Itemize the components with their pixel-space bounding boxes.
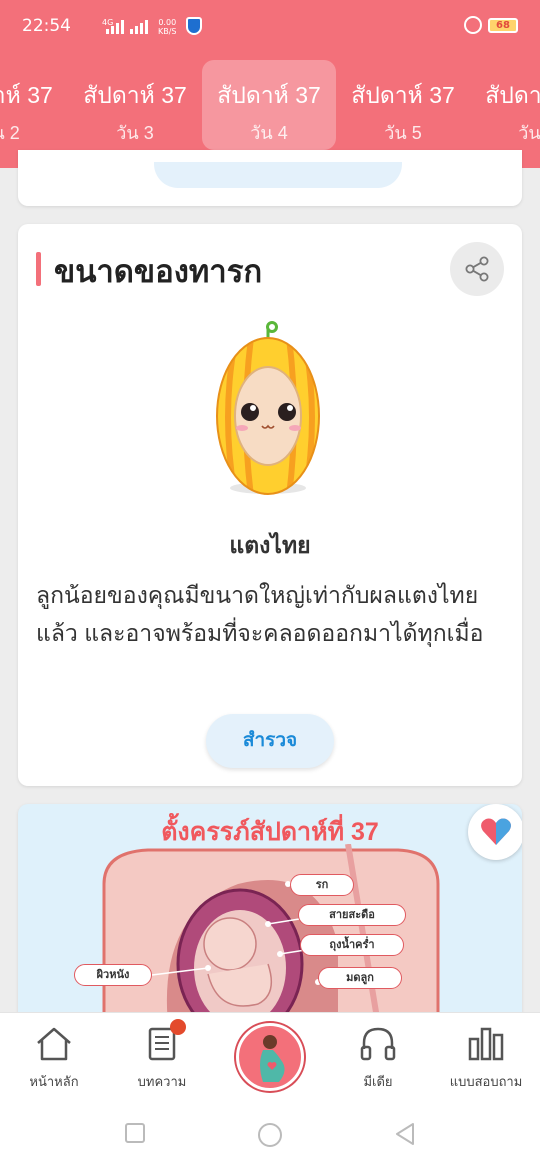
day-tab-active[interactable]: สัปดาห์ 37 วัน 4 bbox=[202, 60, 336, 150]
home-icon bbox=[37, 1027, 71, 1061]
day-tab-week: สัปดาห์ 37 bbox=[0, 82, 53, 108]
alarm-icon bbox=[464, 16, 482, 34]
day-tab-week: สัปดาห์ 37 bbox=[217, 82, 321, 108]
pregnancy-illustration-card[interactable]: ตั้งครรภ์สัปดาห์ที่ 37 รก สายสะดือ ถุงน้… bbox=[18, 804, 522, 1024]
share-icon bbox=[465, 256, 489, 282]
week-day-selector: สัปดาห์ 37 วัน 2 สัปดาห์ 37 วัน 3 สัปดาห… bbox=[0, 60, 540, 150]
fruit-name: แตงไทย bbox=[229, 532, 311, 558]
previous-card-button[interactable] bbox=[154, 162, 402, 188]
diagram-label: ผิวหนัง bbox=[74, 964, 152, 986]
headphones-icon bbox=[360, 1027, 396, 1061]
recents-button[interactable] bbox=[124, 1122, 146, 1144]
status-time: 22:54 bbox=[22, 16, 71, 36]
baby-size-title: ขนาดของทารก bbox=[54, 254, 263, 289]
nav-home[interactable]: หน้าหลัก bbox=[0, 1013, 108, 1099]
baby-size-description: ลูกน้อยของคุณมีขนาดใหญ่เท่ากับผลแตงไทยแล… bbox=[36, 582, 484, 646]
previous-card bbox=[18, 150, 522, 206]
day-tab-day: วัน 5 bbox=[384, 123, 422, 143]
nav-articles[interactable]: บทความ bbox=[108, 1013, 216, 1099]
system-nav-bar bbox=[0, 1098, 540, 1170]
day-tab[interactable]: สัปดาห์ 37 วัน 6 bbox=[470, 60, 540, 150]
day-tab-day: วัน 6 bbox=[518, 123, 540, 143]
diagram-label: มดลูก bbox=[318, 967, 402, 989]
app-screen: 22:54 4G 0.00KB/S 68 สัปดาห์ 37 วัน 2 สั… bbox=[0, 0, 540, 1170]
home-button[interactable] bbox=[257, 1122, 283, 1148]
status-bar: 22:54 4G 0.00 KB/S 68 bbox=[22, 14, 518, 42]
title-accent-bar bbox=[36, 252, 41, 286]
nav-survey[interactable]: แบบสอบถาม bbox=[432, 1013, 540, 1099]
diagram-label: ถุงน้ำคร่ำ bbox=[300, 934, 404, 956]
pregnancy-icon bbox=[260, 1035, 285, 1082]
survey-chart-icon bbox=[468, 1027, 504, 1061]
baby-size-card: ขนาดของทารก แตงไทย ลูกน้อยของคุณมีขนาดให… bbox=[18, 224, 522, 786]
header: 22:54 4G 0.00KB/S 68 สัปดาห์ 37 วัน 2 สั… bbox=[0, 0, 540, 168]
day-tab-week: สัปดาห์ 37 bbox=[83, 82, 187, 108]
signal-icon bbox=[106, 20, 128, 34]
notification-badge bbox=[170, 1019, 186, 1035]
back-button[interactable] bbox=[393, 1122, 417, 1146]
shield-icon bbox=[186, 17, 202, 35]
bottom-nav: หน้าหลัก บทความ มีเดีย แบบสอบถาม bbox=[0, 1012, 540, 1098]
nav-label: มีเดีย bbox=[363, 1074, 393, 1089]
diagram-label: รก bbox=[290, 874, 354, 896]
day-tab-day: วัน 2 bbox=[0, 123, 20, 143]
day-tab[interactable]: สัปดาห์ 37 วัน 3 bbox=[68, 60, 202, 150]
network-speed: 0.00 KB/S bbox=[158, 18, 177, 36]
nav-pregnancy[interactable] bbox=[236, 1023, 304, 1091]
signal-icon-2 bbox=[130, 20, 152, 34]
nav-label: หน้าหลัก bbox=[29, 1074, 79, 1089]
heart-icon bbox=[481, 818, 511, 845]
speed-unit: KB/S bbox=[158, 27, 177, 36]
nav-label: บทความ bbox=[137, 1074, 187, 1089]
day-tab-week: สัปดาห์ 37 bbox=[485, 82, 540, 108]
day-tab[interactable]: สัปดาห์ 37 วัน 2 bbox=[0, 60, 68, 150]
day-tab-week: สัปดาห์ 37 bbox=[351, 82, 455, 108]
day-tab-day: วัน 3 bbox=[116, 123, 154, 143]
diagram-label: สายสะดือ bbox=[298, 904, 406, 926]
speed-value: 0.00 bbox=[158, 18, 177, 27]
nav-media[interactable]: มีเดีย bbox=[324, 1013, 432, 1099]
nav-label: แบบสอบถาม bbox=[449, 1074, 523, 1089]
pregnancy-diagram bbox=[102, 844, 440, 1024]
share-button[interactable] bbox=[450, 242, 504, 296]
day-tab-day: วัน 4 bbox=[250, 123, 288, 143]
explore-button[interactable]: สำรวจ bbox=[206, 714, 334, 768]
battery-icon: 68 bbox=[488, 18, 518, 33]
day-tab[interactable]: สัปดาห์ 37 วัน 5 bbox=[336, 60, 470, 150]
melon-illustration bbox=[216, 321, 320, 495]
